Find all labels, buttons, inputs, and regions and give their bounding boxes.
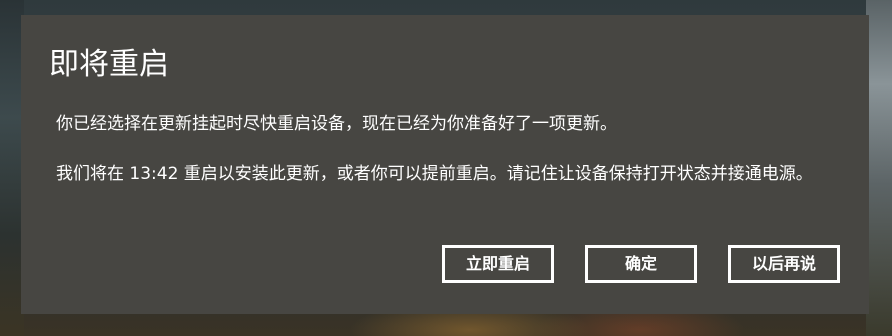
dialog-message-update-ready: 你已经选择在更新挂起时尽快重启设备，现在已经为你准备好了一项更新。 (56, 114, 617, 134)
dialog-message-restart-time: 我们将在 13:42 重启以安装此更新，或者你可以提前重启。请记住让设备保持打开… (56, 164, 813, 184)
ok-button[interactable]: 确定 (585, 245, 697, 283)
restart-dialog: 即将重启 你已经选择在更新挂起时尽快重启设备，现在已经为你准备好了一项更新。 我… (21, 15, 869, 314)
later-button[interactable]: 以后再说 (728, 245, 840, 283)
dialog-title: 即将重启 (49, 47, 169, 82)
restart-now-button[interactable]: 立即重启 (442, 245, 554, 283)
desktop-background-right (866, 0, 892, 336)
